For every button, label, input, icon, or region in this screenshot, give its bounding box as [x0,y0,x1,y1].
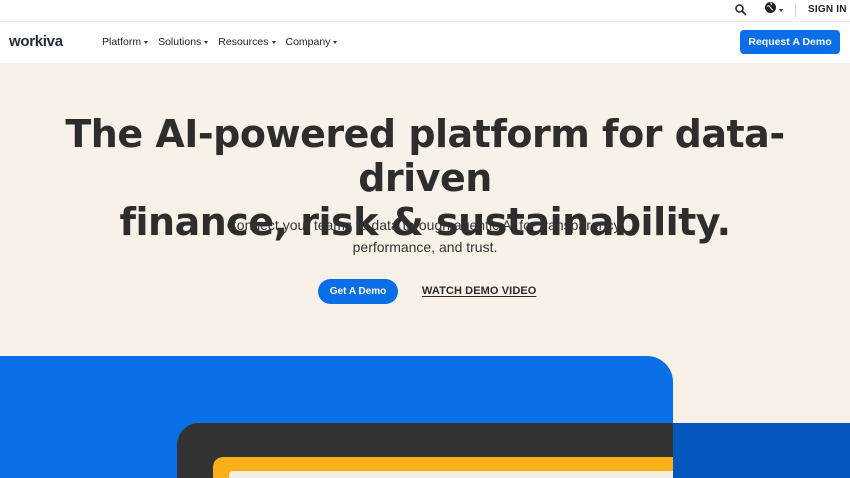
nav-item-label: Platform [102,36,142,48]
nav-item-label: Company [285,36,331,48]
nav-item-resources[interactable]: Resources [218,36,276,48]
globe-icon [764,1,777,19]
logo[interactable]: workiva [9,33,63,50]
hero-section: The AI-powered platform for data-driven … [0,64,850,478]
search-icon[interactable] [734,3,748,17]
get-demo-button[interactable]: Get A Demo [318,279,398,304]
chevron-down-icon [204,41,209,44]
hero-subtitle-line: performance, and trust. [352,239,498,255]
nav-item-company[interactable]: Company [286,36,338,48]
nav-menu: Platform Solutions Resources Company [102,36,338,48]
chevron-down-icon [779,9,783,12]
chevron-down-icon [271,41,276,44]
request-demo-button[interactable]: Request A Demo [740,30,840,54]
hero-title-line: The AI-powered platform for data-driven [65,112,785,200]
hero-subtitle: Connect your teams to data through agent… [0,214,850,258]
language-selector[interactable] [764,1,783,19]
chevron-down-icon [333,41,338,44]
hero-illustration-inner-panel [229,471,673,478]
watch-demo-video-link[interactable]: WATCH DEMO VIDEO [422,285,536,297]
divider [795,4,796,17]
utility-bar: SIGN IN [0,0,850,21]
sign-in-link[interactable]: SIGN IN [808,4,847,15]
nav-item-solutions[interactable]: Solutions [158,36,209,48]
main-nav: workiva Platform Solutions Resources Com… [0,21,850,64]
hero-illustration-darkblue-panel [673,423,850,478]
nav-item-label: Solutions [158,36,202,48]
chevron-down-icon [144,41,149,44]
hero-subtitle-line: Connect your teams to data through agent… [226,217,624,233]
nav-item-label: Resources [218,36,269,48]
nav-item-platform[interactable]: Platform [102,36,149,48]
